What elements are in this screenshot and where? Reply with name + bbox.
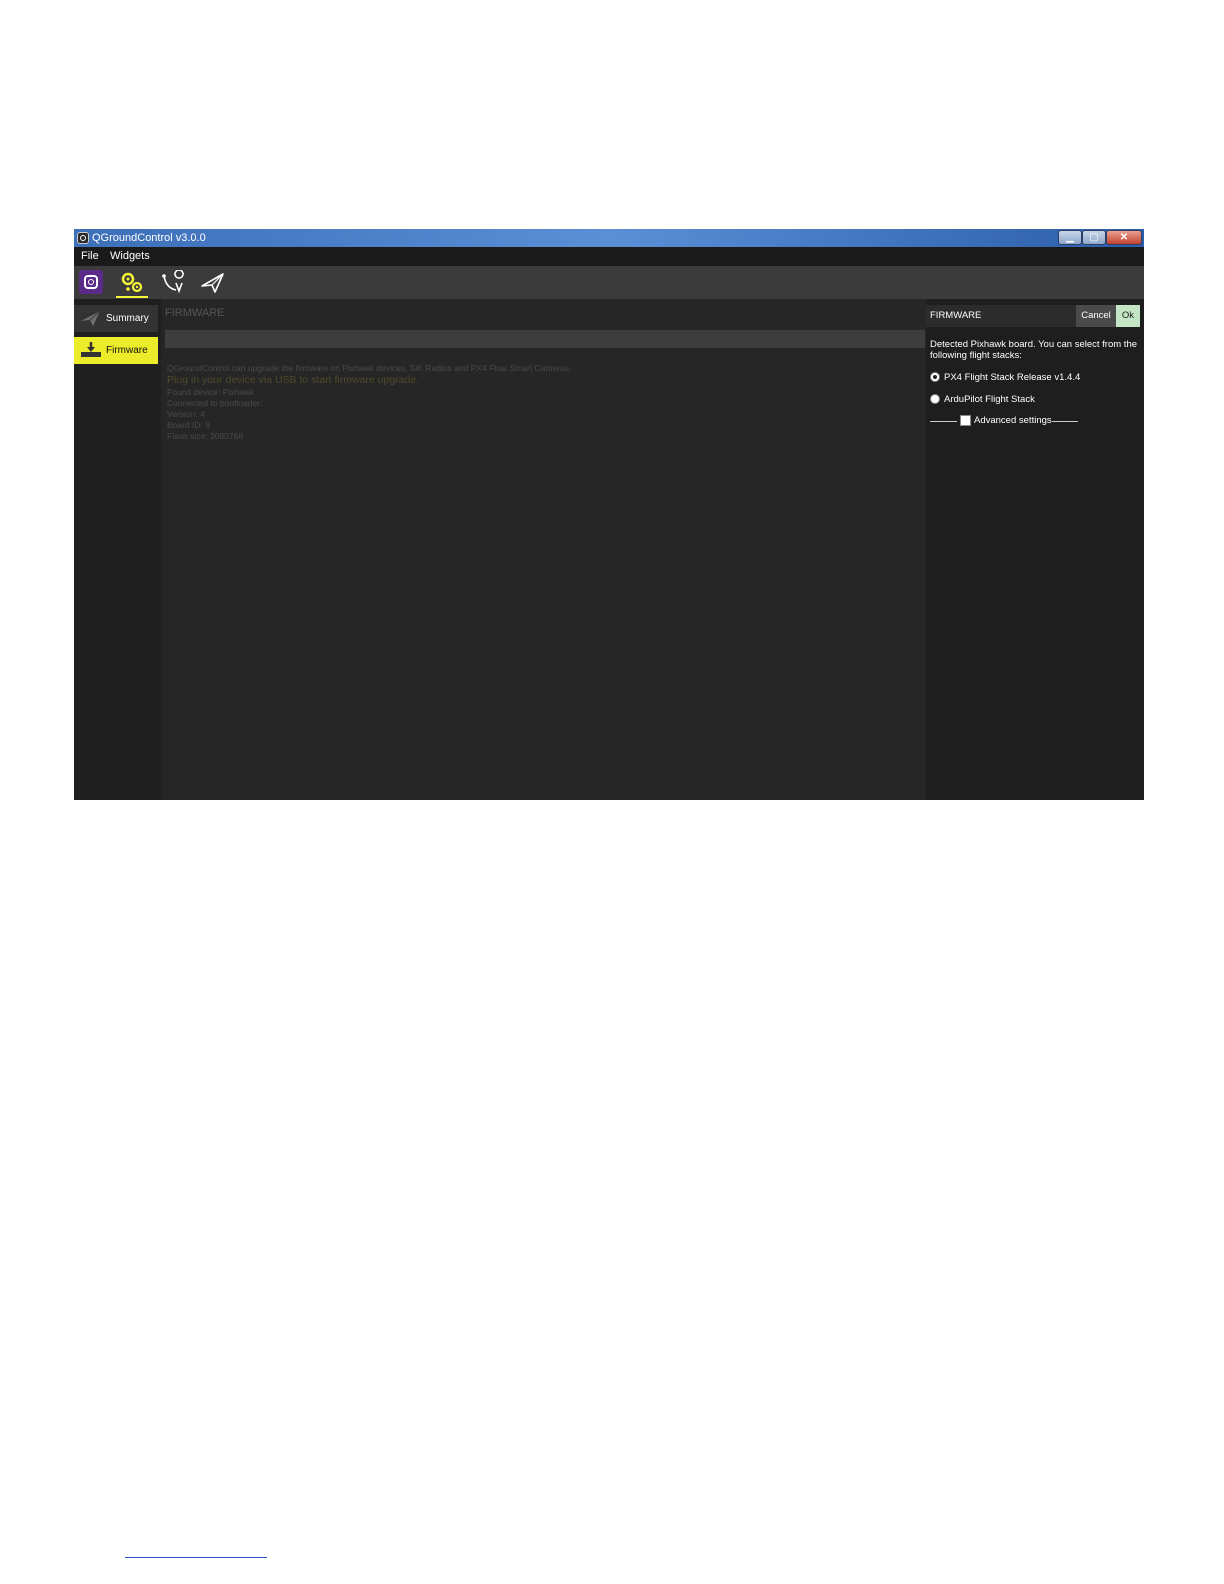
menu-bar: File Widgets (74, 247, 1144, 266)
menu-widgets[interactable]: Widgets (110, 250, 150, 263)
dialog-title: FIRMWARE (930, 310, 982, 321)
cancel-button[interactable]: Cancel (1076, 305, 1116, 327)
log-line: Version: 4 (167, 409, 205, 419)
radio-button[interactable] (930, 394, 940, 404)
vehicle-setup-icon[interactable] (118, 270, 146, 296)
ok-button[interactable]: Ok (1116, 305, 1140, 327)
page-title: FIRMWARE (165, 307, 225, 319)
qgc-logo-icon[interactable] (79, 270, 103, 294)
plan-view-icon[interactable] (160, 269, 188, 296)
radio-label: PX4 Flight Stack Release v1.4.4 (944, 372, 1081, 383)
paper-plane-icon (81, 310, 101, 326)
download-icon (81, 342, 101, 357)
maximize-button[interactable]: ▢ (1082, 230, 1106, 245)
dialog-header: FIRMWARE Cancel Ok (926, 305, 1140, 327)
sidebar-item-summary[interactable]: Summary (74, 305, 158, 332)
sidebar-item-label: Summary (106, 313, 149, 324)
log-line: Flash size: 2080768 (167, 431, 244, 441)
divider-line (930, 421, 957, 422)
advanced-settings-row: Advanced settings (930, 415, 1080, 427)
log-line-instruction: Plug in your device via USB to start fir… (167, 374, 420, 386)
app-icon (77, 232, 89, 244)
fly-view-icon[interactable] (199, 270, 227, 296)
dialog-message: Detected Pixhawk board. You can select f… (930, 339, 1138, 361)
advanced-settings-label: Advanced settings (974, 415, 1052, 426)
close-button[interactable]: ✕ (1106, 230, 1142, 245)
title-bar: QGroundControl v3.0.0 ▁ ▢ ✕ (74, 229, 1144, 247)
radio-button-selected[interactable] (930, 372, 940, 382)
radio-label: ArduPilot Flight Stack (944, 394, 1035, 405)
upgrade-progress-bar (165, 330, 925, 348)
setup-sidebar: Summary Firmware (74, 299, 160, 800)
menu-file[interactable]: File (81, 250, 99, 263)
firmware-log: QGroundControl can upgrade the firmware … (167, 363, 571, 442)
window-title: QGroundControl v3.0.0 (92, 232, 206, 244)
sidebar-item-firmware[interactable]: Firmware (74, 337, 158, 364)
log-line: Found device: Pixhawk (167, 387, 255, 397)
advanced-settings-checkbox[interactable] (960, 415, 971, 426)
firmware-panel: FIRMWARE QGroundControl can upgrade the … (162, 299, 926, 800)
active-tab-indicator (116, 296, 148, 298)
log-line: QGroundControl can upgrade the firmware … (167, 363, 572, 373)
sidebar-item-label: Firmware (106, 345, 148, 356)
divider-line (1052, 421, 1078, 422)
link-underline[interactable] (125, 1557, 267, 1558)
qgroundcontrol-window: QGroundControl v3.0.0 ▁ ▢ ✕ File Widgets (74, 229, 1144, 800)
log-line: Board ID: 9 (167, 420, 210, 430)
minimize-button[interactable]: ▁ (1058, 230, 1082, 245)
firmware-dialog: FIRMWARE Cancel Ok Detected Pixhawk boar… (926, 299, 1144, 800)
log-line: Connected to bootloader: (167, 398, 263, 408)
main-toolbar (74, 266, 1144, 299)
